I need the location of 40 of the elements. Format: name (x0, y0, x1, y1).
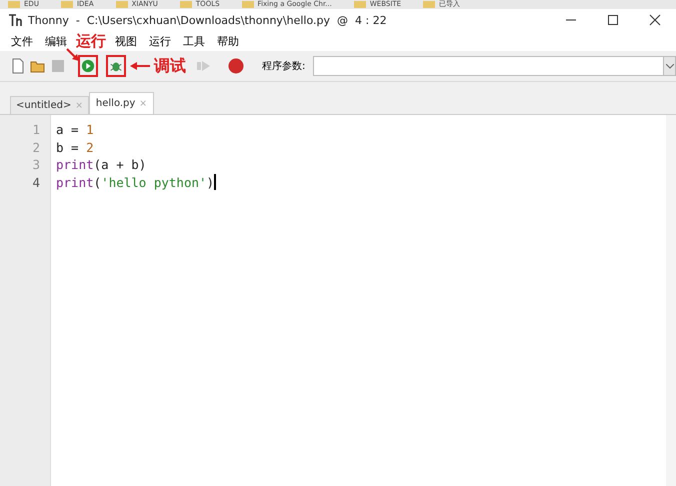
menu-item[interactable]: 运行 (144, 34, 176, 48)
code-line: print('hello python') (56, 174, 218, 191)
line-number: 1 (31, 121, 41, 138)
folder-icon (423, 1, 436, 8)
menu-item[interactable]: 视图 (110, 34, 142, 48)
editor-tab[interactable]: <untitled> × (10, 96, 89, 114)
run-annotation-label: 运行 (76, 34, 106, 48)
args-field[interactable] (313, 56, 676, 76)
folder-icon (8, 1, 20, 8)
folder-icon (180, 1, 192, 8)
folder-icon (354, 1, 366, 8)
code-line: b = 2 (56, 138, 95, 156)
play-icon (81, 58, 95, 74)
folder-icon (60, 1, 73, 8)
new-file-icon[interactable] (10, 58, 26, 74)
args-label: 程序参数: (262, 60, 306, 73)
debug-button[interactable] (106, 55, 126, 77)
folder-icon (242, 1, 254, 8)
maximize-icon[interactable] (607, 14, 619, 26)
chevron-down-icon[interactable] (666, 64, 674, 68)
menu-item[interactable]: 文件 (6, 34, 38, 48)
folder-icon (116, 1, 128, 8)
arrow-icon (66, 48, 80, 62)
menu-item[interactable]: 帮助 (212, 34, 244, 48)
menu-item[interactable]: 工具 (178, 34, 210, 48)
scrollbar[interactable] (666, 115, 676, 486)
arrow-icon (130, 61, 150, 71)
run-button[interactable] (78, 55, 98, 77)
close-icon[interactable] (649, 14, 661, 26)
window-title: Thonny - C:\Users\cxhuan\Downloads\thonny\hello.py @ 4 : 22 (28, 14, 388, 26)
debug-annotation: 调试 (154, 58, 186, 74)
line-number: 4 (31, 174, 41, 191)
app-logo-icon (8, 14, 22, 26)
code-line: print(a + b) (56, 156, 148, 174)
code-line: a = 1 (56, 121, 95, 138)
stop-icon[interactable] (228, 58, 244, 74)
line-number: 2 (31, 138, 41, 156)
menu-item[interactable]: 编辑 (40, 34, 72, 48)
line-number: 3 (31, 156, 41, 174)
editor-tab[interactable]: hello.py × (88, 92, 154, 114)
